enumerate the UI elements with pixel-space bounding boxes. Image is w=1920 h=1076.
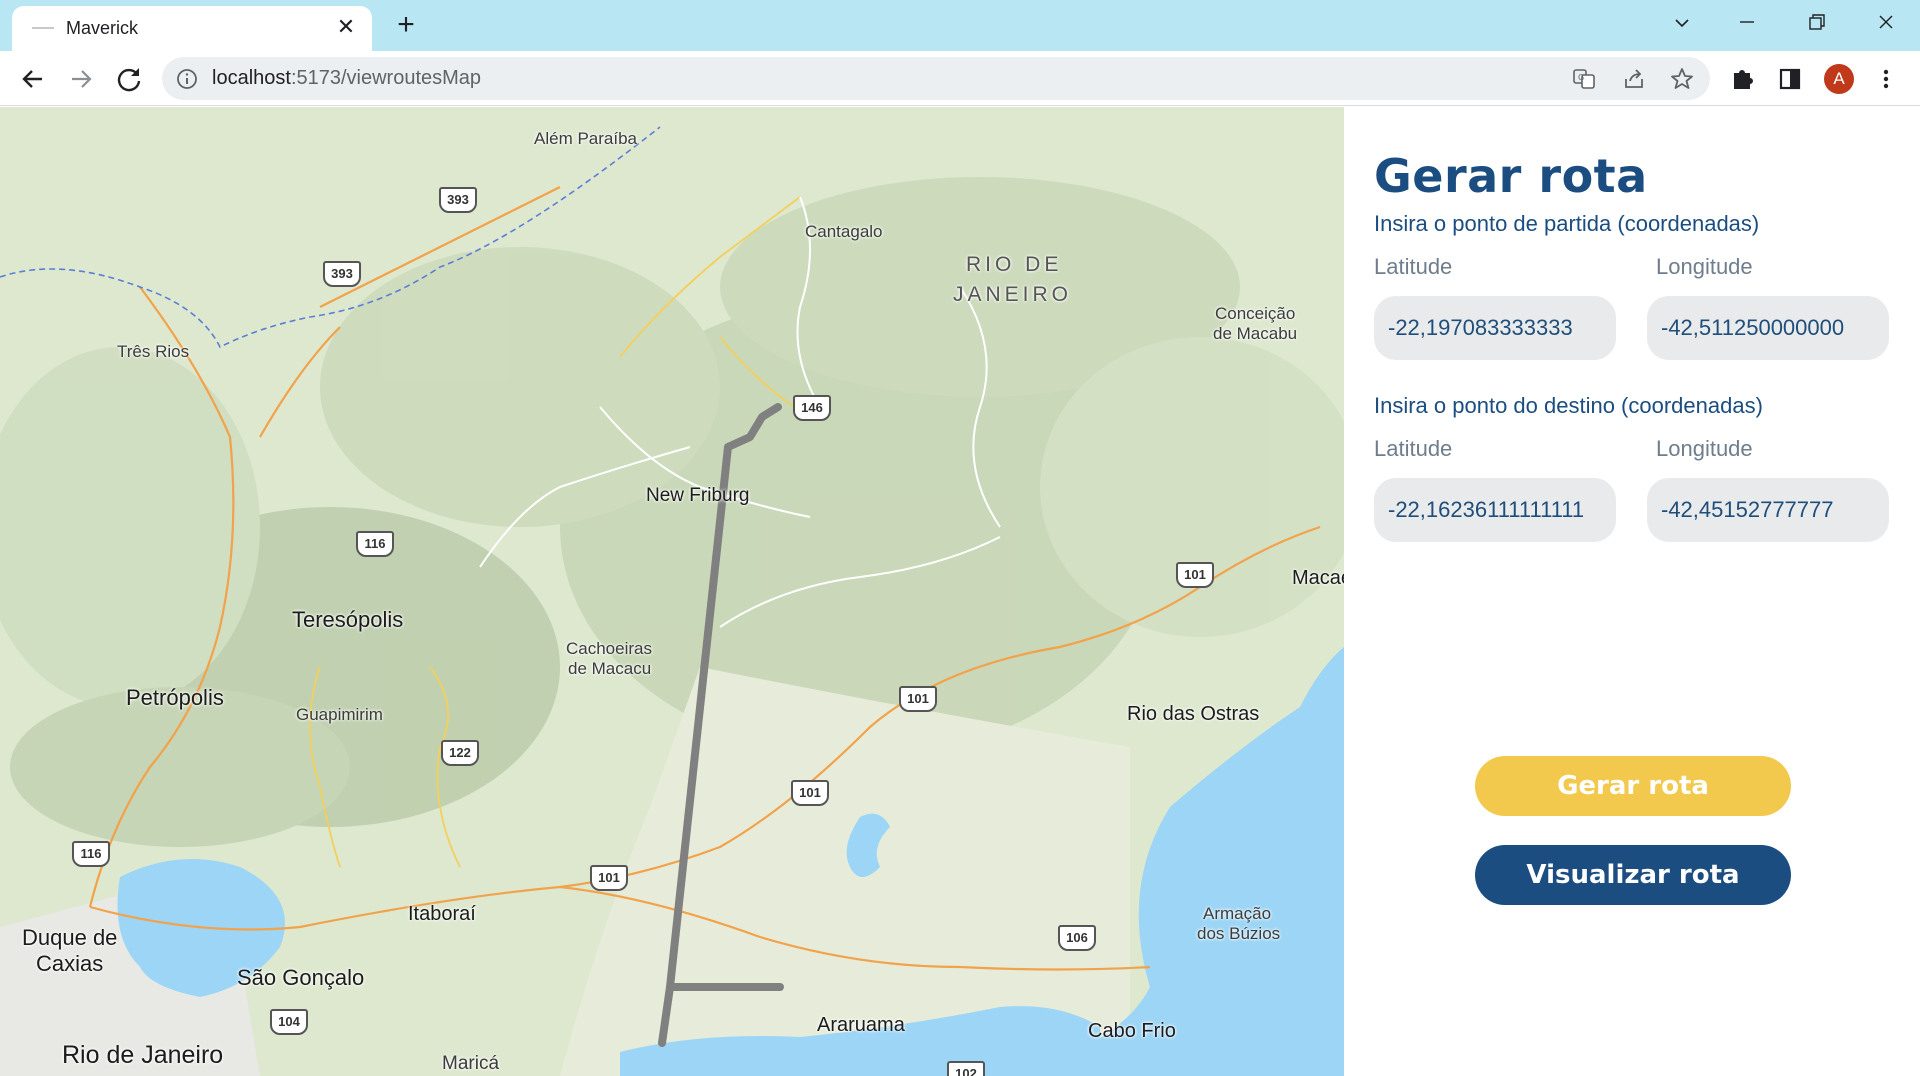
map-label-guapimirim: Guapimirim <box>296 705 383 724</box>
dest-latitude-label: Latitude <box>1374 436 1453 461</box>
back-arrow-icon[interactable] <box>16 62 50 96</box>
map-label-itaborai: Itaboraí <box>408 903 476 925</box>
forward-arrow-icon[interactable] <box>64 62 98 96</box>
route-map[interactable]: Além Paraíba Cantagalo RIO DE JANEIRO Co… <box>0 107 1344 1076</box>
svg-text:G: G <box>1578 73 1584 82</box>
map-label-tres-rios: Três Rios <box>117 342 190 361</box>
tab-search-chevron-icon[interactable] <box>1662 8 1702 40</box>
address-bar[interactable]: localhost:5173/viewroutesMap G <box>162 57 1710 100</box>
highway-shield: 102 <box>947 1061 985 1076</box>
map-label-petropolis: Petrópolis <box>126 685 224 710</box>
map-label-cachoeiras: Cachoeiras <box>566 639 652 658</box>
map-label-araruama: Araruama <box>817 1014 905 1036</box>
url-host: localhost <box>212 67 291 89</box>
map-label-rio-das-ostras: Rio das Ostras <box>1127 703 1260 725</box>
site-favicon-icon <box>32 27 54 29</box>
browser-tab-bar: Maverick ✕ + <box>0 0 1920 51</box>
dest-longitude-label: Longitude <box>1656 436 1753 461</box>
map-label-macacu: de Macacu <box>568 659 652 678</box>
share-icon[interactable] <box>1622 67 1646 91</box>
map-label-conceicao: Conceição <box>1215 304 1296 323</box>
highway-shield: 122 <box>441 740 479 766</box>
route-form-panel: Gerar rota Insira o ponto de partida (co… <box>1344 107 1920 1076</box>
map-label-buzios: dos Búzios <box>1197 924 1281 943</box>
highway-shield: 101 <box>590 865 628 891</box>
reload-icon[interactable] <box>112 62 146 96</box>
browser-tab[interactable]: Maverick ✕ <box>12 6 372 51</box>
highway-shield: 106 <box>1058 925 1096 951</box>
map-label-duque-line2: Caxias <box>36 951 104 976</box>
minimize-icon[interactable] <box>1727 8 1767 40</box>
map-label-alem-paraiba: Além Paraíba <box>534 129 637 148</box>
tab-close-icon[interactable]: ✕ <box>334 15 358 39</box>
translate-icon[interactable]: G <box>1572 67 1596 91</box>
side-panel-icon[interactable] <box>1776 65 1804 93</box>
extensions-puzzle-icon[interactable] <box>1728 65 1756 93</box>
start-longitude-input[interactable] <box>1647 296 1889 360</box>
more-menu-icon[interactable] <box>1872 65 1900 93</box>
map-label-macae: Macaé <box>1292 567 1344 589</box>
map-label-state-line1: RIO DE <box>966 253 1063 276</box>
highway-shield: 116 <box>356 531 394 557</box>
browser-toolbar: localhost:5173/viewroutesMap G A <box>0 51 1920 106</box>
highway-shield: 116 <box>72 841 110 867</box>
map-label-new-friburg: New Friburg <box>646 485 750 506</box>
map-label-cabo-frio: Cabo Frio <box>1088 1020 1176 1042</box>
map-label-armacao: Armação <box>1203 904 1272 923</box>
url-path: :5173/viewroutesMap <box>290 67 482 89</box>
start-longitude-label: Longitude <box>1656 254 1753 279</box>
map-label-teresopolis: Teresópolis <box>292 607 404 632</box>
map-label-marica: Maricá <box>442 1053 500 1074</box>
bookmark-star-icon[interactable] <box>1670 67 1694 91</box>
site-info-icon[interactable] <box>176 68 198 90</box>
generate-route-button[interactable]: Gerar rota <box>1475 756 1791 816</box>
tab-title: Maverick <box>66 18 139 38</box>
dest-longitude-input[interactable] <box>1647 478 1889 542</box>
map-label-rio-de-janeiro: Rio de Janeiro <box>62 1041 224 1069</box>
highway-shield: 393 <box>323 261 361 287</box>
new-tab-button[interactable]: + <box>390 10 422 42</box>
highway-shield: 101 <box>899 686 937 712</box>
highway-shield: 393 <box>439 187 477 213</box>
highway-shield: 101 <box>791 780 829 806</box>
restore-icon[interactable] <box>1796 8 1836 40</box>
start-section-label: Insira o ponto de partida (coordenadas) <box>1374 211 1760 236</box>
map-label-cantagalo: Cantagalo <box>805 222 883 241</box>
dest-latitude-input[interactable] <box>1374 478 1616 542</box>
highway-shield: 146 <box>793 395 831 421</box>
panel-title: Gerar rota <box>1374 149 1648 203</box>
profile-avatar[interactable]: A <box>1824 64 1854 94</box>
url-text: localhost:5173/viewroutesMap <box>212 67 481 90</box>
highway-shield: 104 <box>270 1009 308 1035</box>
map-label-sao-goncalo: São Gonçalo <box>237 965 365 990</box>
map-canvas <box>0 126 1344 1076</box>
map-label-duque-line1: Duque de <box>22 925 118 950</box>
close-window-icon[interactable] <box>1866 8 1906 40</box>
destination-section-label: Insira o ponto do destino (coordenadas) <box>1374 393 1763 418</box>
highway-shield: 101 <box>1176 562 1214 588</box>
map-label-macabu: de Macabu <box>1213 324 1298 343</box>
start-latitude-label: Latitude <box>1374 254 1453 279</box>
view-route-button[interactable]: Visualizar rota <box>1475 845 1791 905</box>
start-latitude-input[interactable] <box>1374 296 1616 360</box>
map-label-state-line2: JANEIRO <box>953 283 1073 306</box>
